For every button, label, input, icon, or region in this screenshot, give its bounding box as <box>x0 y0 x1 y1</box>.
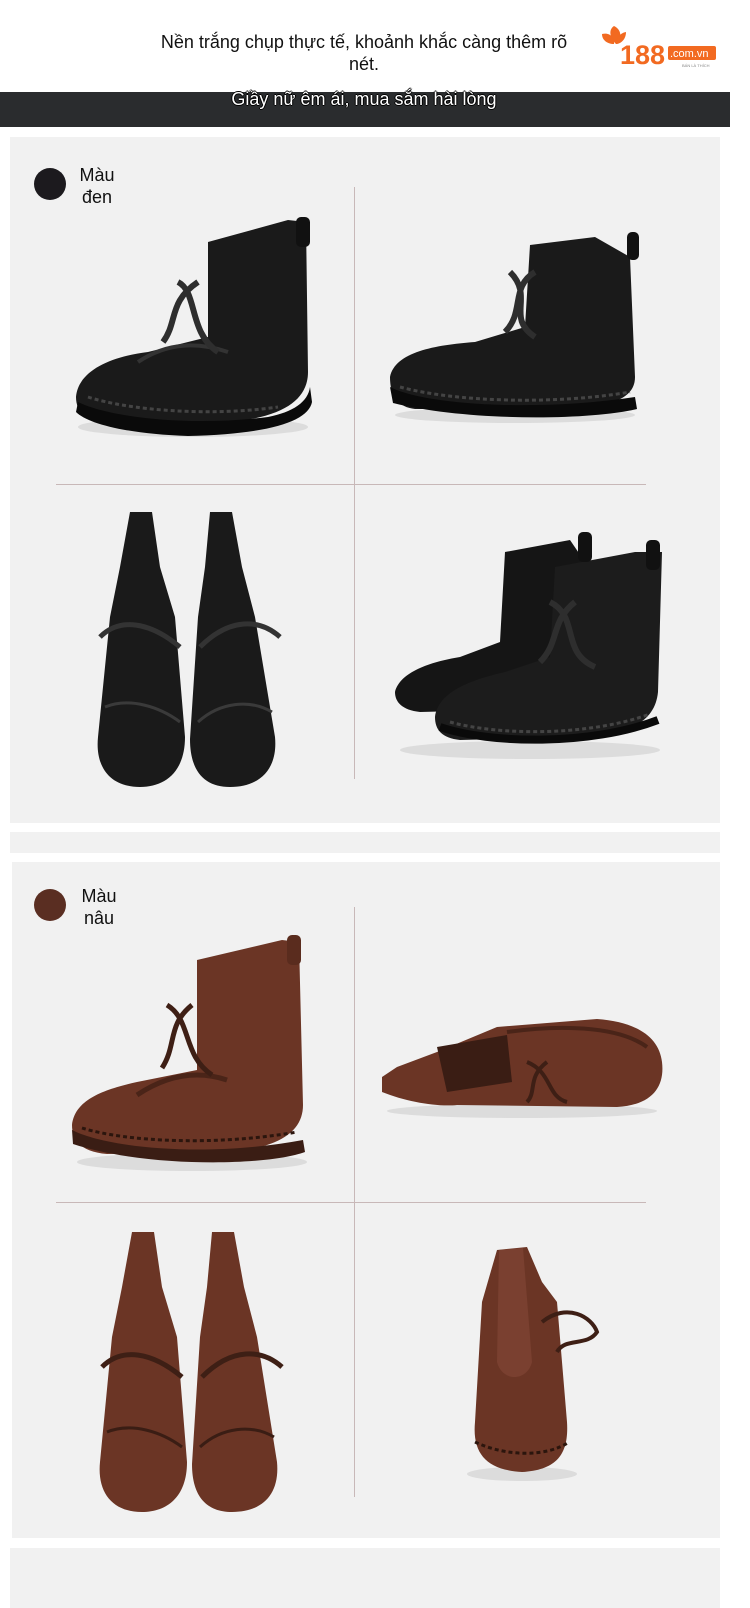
logo-domain: .com.vn <box>670 48 709 60</box>
brown-boot-back-view[interactable] <box>447 1242 607 1482</box>
logo-number: 188 <box>620 40 665 68</box>
grid-divider-horizontal <box>56 1202 646 1203</box>
black-boot-side-view-2[interactable] <box>385 227 650 427</box>
section-separator <box>10 832 720 853</box>
brown-boot-side-view[interactable] <box>67 930 317 1175</box>
page-title: Nền trắng chụp thực tế, khoảnh khắc càng… <box>160 32 568 74</box>
next-section-top <box>10 1548 720 1608</box>
brown-color-label: Màu nâu <box>81 886 117 928</box>
logo-tagline: BÁN LÀ THÍCH <box>682 63 710 68</box>
grid-divider-vertical <box>354 187 355 779</box>
page-header: Nền trắng chụp thực tế, khoảnh khắc càng… <box>0 0 750 92</box>
slogan-text: Giầy nữ êm ái, mua sắm hài lòng <box>231 89 497 109</box>
black-color-label: Màu đen <box>79 165 115 207</box>
black-color-section: Màu đen <box>10 137 720 823</box>
brown-boot-sole-view[interactable] <box>377 1007 667 1122</box>
black-boot-pair-front-view[interactable] <box>90 507 290 792</box>
black-boot-side-view[interactable] <box>68 212 318 442</box>
black-color-swatch[interactable] <box>34 168 66 200</box>
leaf-logo-icon: 188 .com.vn BÁN LÀ THÍCH <box>602 26 716 70</box>
site-logo[interactable]: 188 .com.vn BÁN LÀ THÍCH <box>600 22 720 70</box>
black-boot-pair-angled-view[interactable] <box>390 522 665 762</box>
brown-boot-pair-front-view[interactable] <box>92 1227 292 1517</box>
brown-color-section: Màu nâu <box>12 862 720 1538</box>
brown-color-swatch[interactable] <box>34 889 66 921</box>
grid-divider-horizontal <box>56 484 646 485</box>
